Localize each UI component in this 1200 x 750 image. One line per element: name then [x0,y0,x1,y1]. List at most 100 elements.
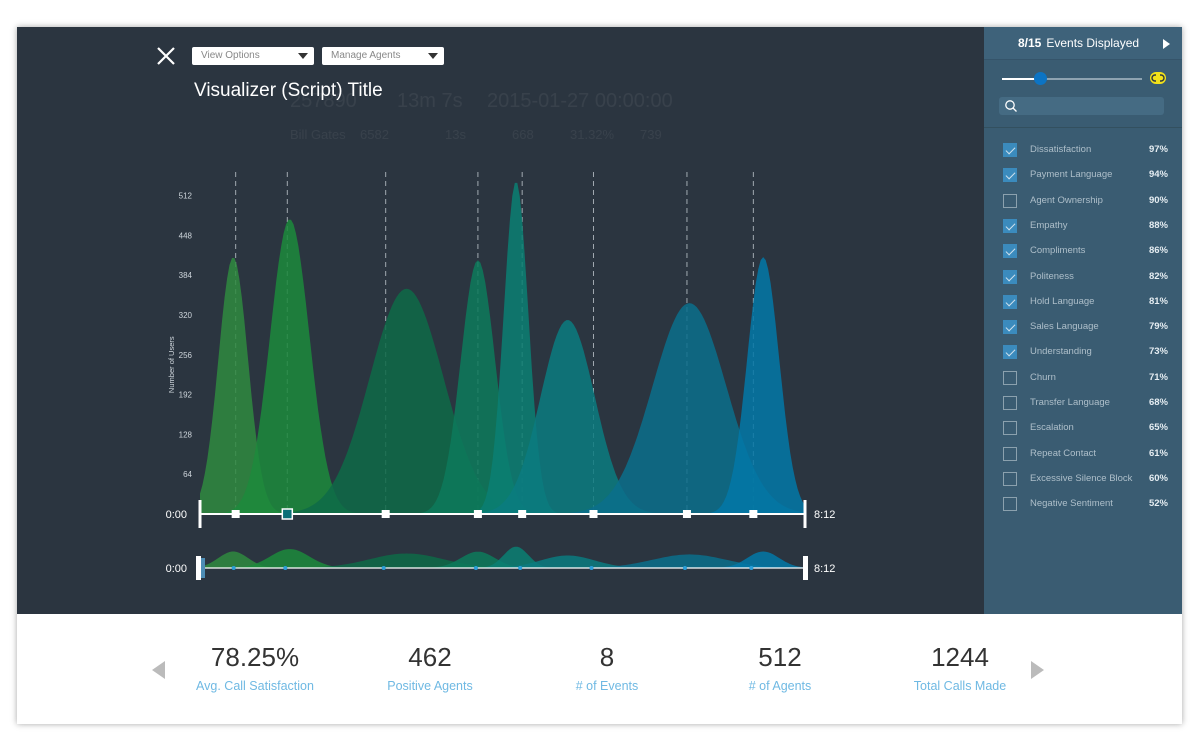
event-checkbox[interactable] [1003,497,1017,512]
event-marker[interactable] [518,510,527,518]
event-label: Empathy [1030,219,1068,231]
event-item[interactable]: Agent Ownership 90% [1003,193,1173,214]
event-checkbox[interactable] [1003,218,1017,233]
event-marker[interactable] [231,510,240,518]
overview-end-handle[interactable] [803,556,808,580]
stat-item: 1244 Total Calls Made [870,642,1050,693]
time-end-label: 8:12 [814,509,835,521]
event-item[interactable]: Sales Language 79% [1003,320,1173,340]
event-percent: 86% [1148,245,1168,257]
app-window: 257890 13m 7s 2015-01-27 00:00:00 Bill G… [17,27,1182,724]
overview-event-dot [749,566,754,570]
event-label: Churn [1030,371,1056,383]
overview-event-dot [682,566,687,570]
overview-range-edge [201,558,205,578]
prev-arrow-icon[interactable] [152,661,165,679]
stat-label: # of Events [575,679,639,693]
event-label: Politeness [1030,270,1074,282]
event-checkbox[interactable] [1003,143,1017,157]
y-axis-label: Number of Users [167,336,176,393]
event-label: Sales Language [1030,321,1099,333]
event-checkbox[interactable] [1003,370,1017,385]
slider-handle[interactable] [1033,72,1047,85]
event-percent: 68% [1148,397,1168,408]
stat-label: Positive Agents [387,679,473,693]
event-marker[interactable] [749,510,758,518]
event-marker[interactable] [682,510,691,518]
events-count: 8/15 [1018,36,1042,50]
event-marker-selected[interactable] [281,508,294,520]
event-checkbox[interactable] [1003,294,1017,309]
event-percent: 81% [1148,295,1168,307]
stat-value: 462 [408,642,452,672]
event-item[interactable]: Excessive Silence Block 60% [1003,471,1173,492]
event-label: Dissatisfaction [1030,144,1092,155]
event-checkbox[interactable] [1003,396,1017,410]
event-item[interactable]: Understanding 73% [1003,345,1173,365]
event-item[interactable]: Negative Sentiment 52% [1003,497,1173,517]
event-checkbox[interactable] [1003,269,1017,284]
event-checkbox[interactable] [1003,193,1017,208]
stat-item: 78.25% Avg. Call Satisfaction [165,642,345,693]
event-item[interactable]: Compliments 86% [1003,244,1173,264]
event-checkbox[interactable] [1003,345,1017,360]
area-chart: 64 128 192 256 320 384 448 512 Number of Users 0:… [166,172,835,580]
y-tick-label: 384 [179,271,193,280]
event-checkbox[interactable] [1003,320,1017,335]
event-item[interactable]: Hold Language 81% [1003,294,1173,315]
event-checkbox[interactable] [1003,471,1017,486]
next-arrow-icon[interactable] [1031,661,1044,679]
event-percent: 61% [1148,447,1168,459]
event-percent: 90% [1148,194,1168,206]
stat-value: 1244 [931,642,989,672]
event-checkbox[interactable] [1003,168,1017,183]
overview-end-label: 8:12 [814,563,835,575]
event-label: Escalation [1030,422,1074,434]
event-percent: 73% [1148,346,1168,358]
event-label: Payment Language [1030,169,1113,181]
y-tick-label: 64 [183,470,192,479]
event-item[interactable]: Transfer Language 68% [1003,396,1173,416]
stat-label: Avg. Call Satisfaction [196,679,314,693]
stats-bar: 78.25% Avg. Call Satisfaction 462 Positive … [17,614,1182,724]
event-item[interactable]: Empathy 88% [1003,218,1173,239]
event-checkbox[interactable] [1003,244,1017,259]
event-percent: 52% [1148,498,1168,510]
event-item[interactable]: Payment Language 94% [1003,168,1173,188]
events-slider[interactable] [1002,72,1142,85]
event-percent: 60% [1148,472,1168,484]
events-count-label: Events Displayed [1046,36,1140,50]
event-item[interactable]: Dissatisfaction 97% [1003,143,1173,163]
overview-start-label: 0:00 [166,563,187,575]
stat-value: 512 [758,642,802,672]
event-marker[interactable] [381,510,390,518]
visualizer-panel: 257890 13m 7s 2015-01-27 00:00:00 Bill G… [17,27,984,614]
event-item[interactable]: Escalation 65% [1003,421,1173,441]
event-item[interactable]: Churn 71% [1003,370,1173,391]
overview-start-handle[interactable] [196,556,201,580]
overview-event-dot [381,566,386,570]
event-label: Understanding [1030,346,1092,358]
event-marker[interactable] [473,510,482,518]
y-tick-label: 448 [179,231,193,240]
event-percent: 88% [1148,219,1168,231]
event-checkbox[interactable] [1003,446,1017,461]
event-percent: 79% [1148,321,1168,333]
link-icon[interactable] [1150,72,1166,84]
overview-event-dot [518,566,523,570]
event-percent: 82% [1148,270,1168,282]
event-label: Compliments [1030,245,1086,257]
divider [984,127,1182,128]
event-marker[interactable] [589,510,598,518]
overview-event-dot [473,566,478,570]
overview-event-dot [283,566,288,570]
stat-item: 462 Positive Agents [340,642,520,693]
event-checkbox[interactable] [1003,421,1017,436]
overview-event-dot [589,566,594,570]
stat-item: 512 # of Agents [690,642,870,693]
event-item[interactable]: Repeat Contact 61% [1003,446,1173,467]
search-input[interactable] [999,97,1164,115]
y-tick-label: 192 [179,391,193,400]
event-item[interactable]: Politeness 82% [1003,269,1173,290]
play-icon[interactable] [1163,39,1170,49]
